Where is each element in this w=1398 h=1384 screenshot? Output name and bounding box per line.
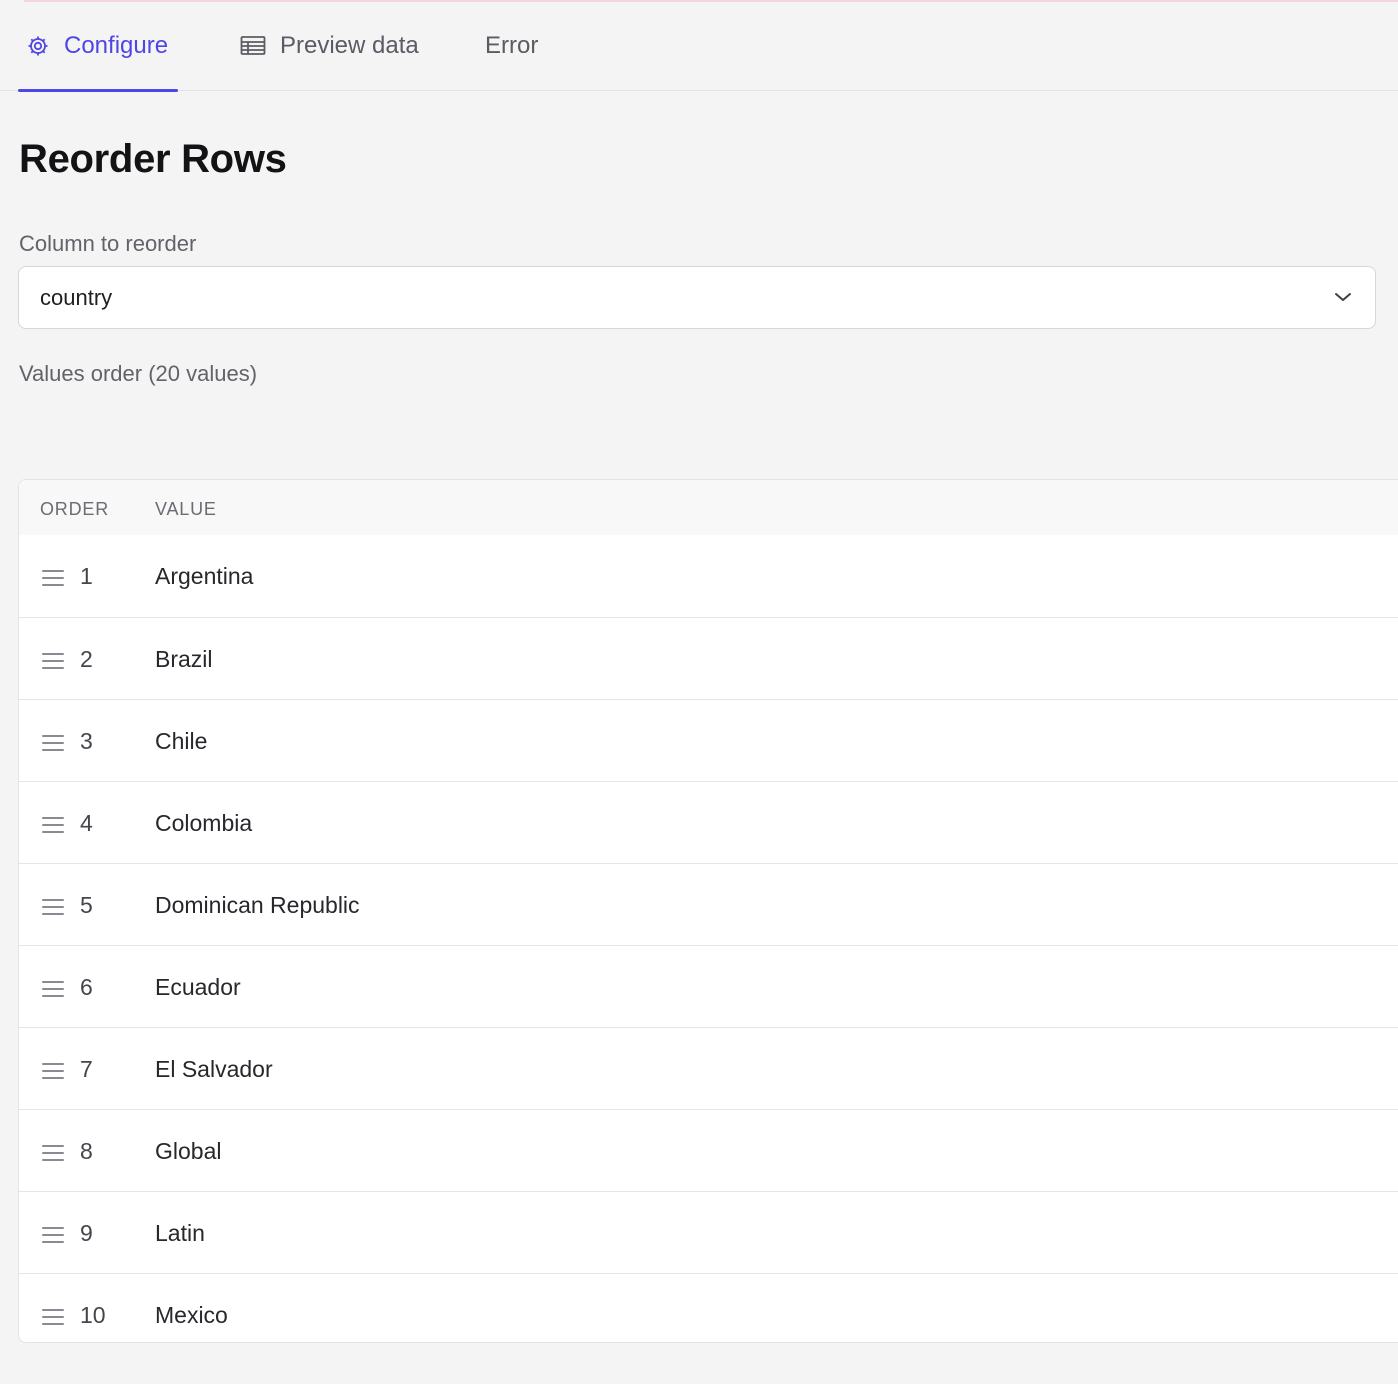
- row-value: Argentina: [155, 563, 254, 589]
- gear-icon: [26, 34, 50, 58]
- table-row[interactable]: 8 Global: [19, 1109, 1398, 1191]
- row-order: 1: [80, 563, 93, 589]
- drag-handle-icon[interactable]: [42, 1141, 64, 1168]
- column-header-value: VALUE: [155, 499, 217, 519]
- row-order: 4: [80, 810, 93, 836]
- drag-handle-icon[interactable]: [42, 731, 64, 758]
- values-order-table: ORDER VALUE 1 Argentina 2 Brazil 3 Chile 4 Colo…: [18, 479, 1398, 1343]
- tab-bar: Configure Preview data Error: [0, 0, 1398, 92]
- table-row[interactable]: 5 Dominican Republic: [19, 863, 1398, 945]
- table-row[interactable]: 2 Brazil: [19, 617, 1398, 699]
- column-header-order: ORDER: [40, 499, 110, 519]
- column-to-reorder-label: Column to reorder: [19, 231, 197, 256]
- row-order: 6: [80, 974, 93, 1000]
- drag-handle-icon[interactable]: [42, 1305, 64, 1332]
- row-order: 9: [80, 1220, 93, 1246]
- row-order: 7: [80, 1056, 93, 1082]
- column-select-value: country: [40, 284, 113, 310]
- table-header: ORDER VALUE: [19, 480, 1398, 535]
- drag-handle-icon[interactable]: [42, 977, 64, 1004]
- row-value: Chile: [155, 728, 208, 754]
- drag-handle-icon[interactable]: [42, 813, 64, 840]
- tab-error[interactable]: Error: [485, 0, 538, 91]
- tab-configure[interactable]: Configure: [18, 0, 178, 92]
- row-value: Dominican Republic: [155, 892, 360, 918]
- values-order-label: Values order (20 values): [19, 361, 258, 386]
- tab-label: Error: [485, 31, 539, 59]
- column-select[interactable]: country: [18, 266, 1376, 329]
- tab-preview-data[interactable]: Preview data: [240, 0, 419, 91]
- drag-handle-icon[interactable]: [42, 895, 64, 922]
- row-order: 8: [80, 1138, 93, 1164]
- table-row[interactable]: 1 Argentina: [19, 535, 1398, 617]
- row-value: Ecuador: [155, 974, 241, 1000]
- row-value: Mexico: [155, 1302, 228, 1328]
- row-value: Colombia: [155, 810, 253, 836]
- table-row[interactable]: 4 Colombia: [19, 781, 1398, 863]
- drag-handle-icon[interactable]: [42, 649, 64, 676]
- tab-label: Configure: [64, 31, 169, 59]
- row-order: 3: [80, 728, 93, 754]
- row-order: 5: [80, 892, 93, 918]
- row-order: 10: [80, 1302, 106, 1328]
- table-row[interactable]: 10 Mexico: [19, 1273, 1398, 1342]
- table-row[interactable]: 3 Chile: [19, 699, 1398, 781]
- page-title: Reorder Rows: [19, 137, 287, 181]
- table-row[interactable]: 7 El Salvador: [19, 1027, 1398, 1109]
- row-value: Latin: [155, 1220, 205, 1246]
- table-icon: [240, 35, 266, 57]
- table-row[interactable]: 9 Latin: [19, 1191, 1398, 1273]
- row-value: Brazil: [155, 646, 213, 672]
- tab-label: Preview data: [280, 31, 419, 59]
- row-order: 2: [80, 646, 93, 672]
- chevron-down-icon: [1333, 287, 1353, 313]
- drag-handle-icon[interactable]: [42, 1059, 64, 1086]
- row-value: El Salvador: [155, 1056, 273, 1082]
- table-row[interactable]: 6 Ecuador: [19, 945, 1398, 1027]
- drag-handle-icon[interactable]: [42, 566, 64, 593]
- row-value: Global: [155, 1138, 222, 1164]
- drag-handle-icon[interactable]: [42, 1223, 64, 1250]
